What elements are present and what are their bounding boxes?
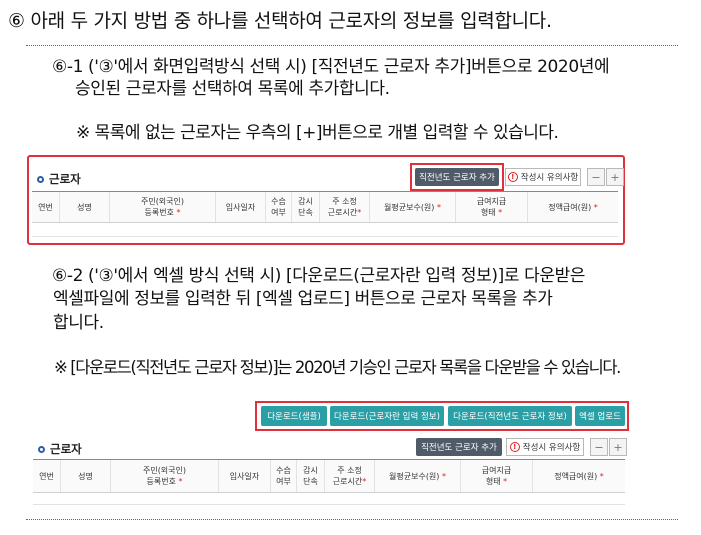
add-prev-year-worker-button-2[interactable]: 직전년도 근로자 추가 (416, 438, 502, 456)
warning-icon: ! (507, 172, 518, 182)
col-no: 연번 (33, 460, 61, 492)
col-avg-pay: 월평균보수(원) * (370, 192, 456, 222)
divider-bottom (26, 519, 678, 520)
worker-table-header: 연번 성명 주민(외국인) 등록번호 * 입사일자 수습 여부 감시 단속 주 … (32, 191, 618, 223)
col-probation: 수습 여부 (271, 460, 297, 492)
step1-line2: 승인된 근로자를 선택하여 목록에 추가합니다. (75, 79, 390, 99)
caution-button-2[interactable]: ! 작성시 유의사항 (506, 438, 584, 456)
step2-note: ※ [다운로드(직전년도 근로자 정보)]는 2020년 기승인 근로자 목록을… (54, 358, 621, 377)
section-dot-icon (37, 175, 44, 183)
download-prev-year-button[interactable]: 다운로드(직전년도 근로자 정보) (448, 406, 572, 426)
warning-icon: ! (509, 442, 520, 452)
remove-row-button-2[interactable]: − (590, 438, 608, 456)
section-title-2: 근로자 (38, 441, 82, 457)
col-avg-pay: 월평균보수(원) * (375, 460, 461, 492)
table-empty-row-2 (33, 493, 625, 505)
col-pay-type: 급여지급 형태 * (461, 460, 533, 492)
col-no: 연번 (32, 192, 60, 222)
download-input-info-button[interactable]: 다운로드(근로자란 입력 정보) (330, 406, 444, 426)
col-probation: 수습 여부 (266, 192, 292, 222)
download-sample-button[interactable]: 다운로드(샘플) (261, 406, 327, 426)
col-name: 성명 (60, 192, 110, 222)
section-title: 근로자 (37, 171, 81, 187)
step2-line2: 엑셀파일에 정보를 입력한 뒤 [엑셀 업로드] 버튼으로 근로자 목록을 추가 (53, 289, 553, 309)
worker-panel-2: 다운로드(샘플) 다운로드(근로자란 입력 정보) 다운로드(직전년도 근로자 … (28, 391, 632, 511)
section-dot-icon (38, 445, 45, 453)
step1-line1: ⑥-1 ('③'에서 화면입력방식 선택 시) [직전년도 근로자 추가]버튼으… (52, 57, 610, 77)
caution-button[interactable]: ! 작성시 유의사항 (505, 168, 581, 186)
table-empty-row (32, 223, 618, 237)
col-surveillance: 감시 단속 (297, 460, 325, 492)
col-rrn: 주민(외국인) 등록번호 * (111, 460, 219, 492)
excel-upload-button[interactable]: 엑셀 업로드 (575, 406, 625, 426)
step1-note: ※ 목록에 없는 근로자는 우측의 [+]버튼으로 개별 입력할 수 있습니다. (76, 123, 559, 143)
col-fixed-pay: 정액급여(원) * (548, 202, 598, 212)
col-rrn: 주민(외국인) 등록번호 * (110, 192, 216, 222)
worker-panel-1: 근로자 직전년도 근로자 추가 ! 작성시 유의사항 − + 연번 성명 주민(… (27, 155, 625, 245)
worker-table-header-2: 연번 성명 주민(외국인) 등록번호 * 입사일자 수습 여부 감시 단속 주 … (33, 459, 625, 493)
remove-row-button[interactable]: − (587, 168, 605, 186)
col-hire-date: 입사일자 (219, 460, 271, 492)
highlight-box (410, 163, 504, 191)
col-name: 성명 (61, 460, 111, 492)
col-surveillance: 감시 단속 (292, 192, 320, 222)
col-weekly-hours: 주 소정 근로시간* (320, 192, 370, 222)
col-weekly-hours: 주 소정 근로시간* (325, 460, 375, 492)
add-row-button-2[interactable]: + (609, 438, 627, 456)
step2-line1: ⑥-2 ('③'에서 엑셀 방식 선택 시) [다운로드(근로자란 입력 정보)… (52, 266, 586, 286)
col-hire-date: 입사일자 (216, 192, 266, 222)
divider-top (26, 45, 678, 46)
col-fixed-pay: 정액급여(원) * (554, 471, 604, 481)
step2-line3: 합니다. (53, 313, 104, 333)
col-pay-type: 급여지급 형태 * (456, 192, 528, 222)
add-row-button[interactable]: + (606, 168, 624, 186)
instruction-heading: ⑥ 아래 두 가지 방법 중 하나를 선택하여 근로자의 정보를 입력합니다. (8, 10, 552, 32)
